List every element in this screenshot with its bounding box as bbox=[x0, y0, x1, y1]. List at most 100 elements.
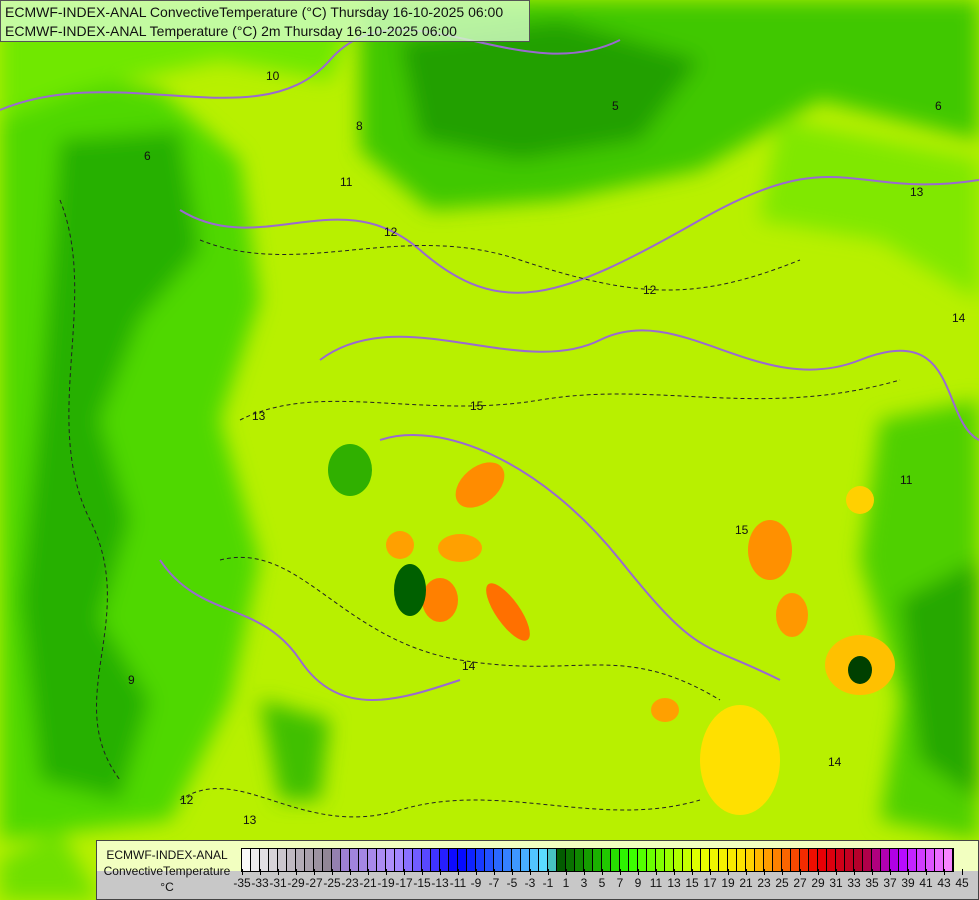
colorbar-bin bbox=[341, 849, 350, 871]
tick-mark bbox=[386, 869, 387, 875]
svg-text:5: 5 bbox=[612, 99, 619, 113]
tick-mark bbox=[746, 869, 747, 875]
colorbar-bin bbox=[935, 849, 944, 871]
legend-parameter: ConvectiveTemperature bbox=[103, 864, 231, 878]
svg-text:13: 13 bbox=[252, 409, 266, 423]
tick-mark bbox=[890, 869, 891, 875]
colorbar-bin bbox=[602, 849, 611, 871]
tick-mark bbox=[656, 869, 657, 875]
tick-label: -23 bbox=[341, 876, 359, 890]
colorbar-bin bbox=[782, 849, 791, 871]
tick-mark bbox=[764, 869, 765, 875]
tick-mark bbox=[278, 869, 279, 875]
colorbar-bin bbox=[242, 849, 251, 871]
tick-mark bbox=[710, 869, 711, 875]
tick-label: -31 bbox=[269, 876, 287, 890]
svg-text:12: 12 bbox=[643, 283, 657, 297]
colorbar-bin bbox=[539, 849, 548, 871]
colorbar-bin bbox=[494, 849, 503, 871]
colorbar-bin bbox=[404, 849, 413, 871]
tick-mark bbox=[602, 869, 603, 875]
colorbar-bin bbox=[476, 849, 485, 871]
colorbar-bin bbox=[728, 849, 737, 871]
colorbar-bin bbox=[512, 849, 521, 871]
legend-unit: °C bbox=[160, 880, 174, 894]
tick-mark bbox=[530, 869, 531, 875]
tick-mark bbox=[728, 869, 729, 875]
colorbar-bin bbox=[467, 849, 476, 871]
title-line-convective-temperature: ECMWF-INDEX-ANAL ConvectiveTemperature (… bbox=[5, 4, 504, 20]
colorbar-bin bbox=[575, 849, 584, 871]
colorbar-bin bbox=[260, 849, 269, 871]
colorbar-bin bbox=[836, 849, 845, 871]
color-legend: ECMWF-INDEX-ANAL ConvectiveTemperature °… bbox=[96, 840, 979, 900]
tick-mark bbox=[512, 869, 513, 875]
tick-label: -13 bbox=[431, 876, 449, 890]
tick-mark bbox=[242, 869, 243, 875]
colorbar-bin bbox=[647, 849, 656, 871]
colorbar-bin bbox=[548, 849, 557, 871]
svg-text:6: 6 bbox=[144, 149, 151, 163]
tick-label: -35 bbox=[233, 876, 251, 890]
tick-label: 3 bbox=[580, 876, 588, 890]
tick-mark bbox=[638, 869, 639, 875]
tick-label: -17 bbox=[395, 876, 413, 890]
colorbar-bin bbox=[485, 849, 494, 871]
tick-label: -33 bbox=[251, 876, 269, 890]
colorbar-bin bbox=[458, 849, 467, 871]
title-line-2m-temperature: ECMWF-INDEX-ANAL Temperature (°C) 2m Thu… bbox=[5, 23, 457, 39]
tick-label: -3 bbox=[524, 876, 536, 890]
tick-mark bbox=[926, 869, 927, 875]
colorbar-bin bbox=[350, 849, 359, 871]
colorbar-bin bbox=[305, 849, 314, 871]
tick-mark bbox=[818, 869, 819, 875]
tick-label: -29 bbox=[287, 876, 305, 890]
colorbar-bin bbox=[773, 849, 782, 871]
colorbar-bin bbox=[800, 849, 809, 871]
colorbar-bin bbox=[809, 849, 818, 871]
colorbar-bin bbox=[314, 849, 323, 871]
tick-label: 23 bbox=[757, 876, 771, 890]
tick-label: 15 bbox=[685, 876, 699, 890]
svg-text:8: 8 bbox=[356, 119, 363, 133]
tick-label: -11 bbox=[449, 876, 467, 890]
colorbar-bin bbox=[881, 849, 890, 871]
tick-mark bbox=[584, 869, 585, 875]
tick-mark bbox=[422, 869, 423, 875]
svg-text:11: 11 bbox=[340, 175, 353, 189]
tick-label: 11 bbox=[649, 876, 663, 890]
colorbar-bin bbox=[638, 849, 647, 871]
tick-mark bbox=[962, 869, 963, 875]
colorbar-bin bbox=[431, 849, 440, 871]
svg-text:11: 11 bbox=[900, 473, 913, 487]
colorbar-bin bbox=[593, 849, 602, 871]
tick-mark bbox=[260, 869, 261, 875]
tick-label: 13 bbox=[667, 876, 681, 890]
tick-mark bbox=[566, 869, 567, 875]
tick-mark bbox=[854, 869, 855, 875]
colorbar-bin bbox=[323, 849, 332, 871]
tick-mark bbox=[944, 869, 945, 875]
colorbar-bin bbox=[503, 849, 512, 871]
colorbar-bin bbox=[269, 849, 278, 871]
colorbar-bin bbox=[251, 849, 260, 871]
colorbar-bin bbox=[296, 849, 305, 871]
legend-model: ECMWF-INDEX-ANAL bbox=[106, 848, 228, 862]
tick-label: 33 bbox=[847, 876, 861, 890]
svg-text:6: 6 bbox=[935, 99, 942, 113]
tick-label: 9 bbox=[634, 876, 642, 890]
colorbar-bin bbox=[287, 849, 296, 871]
tick-label: -7 bbox=[488, 876, 500, 890]
colorbar-bin bbox=[764, 849, 773, 871]
svg-text:10: 10 bbox=[266, 69, 280, 83]
tick-label: 5 bbox=[598, 876, 606, 890]
colorbar-bin bbox=[449, 849, 458, 871]
colorbar-bin bbox=[719, 849, 728, 871]
colorbar-bin bbox=[656, 849, 665, 871]
tick-mark bbox=[908, 869, 909, 875]
tick-label: -9 bbox=[470, 876, 482, 890]
svg-text:9: 9 bbox=[128, 673, 135, 687]
tick-mark bbox=[368, 869, 369, 875]
colorbar-bin bbox=[854, 849, 863, 871]
svg-text:15: 15 bbox=[735, 523, 749, 537]
